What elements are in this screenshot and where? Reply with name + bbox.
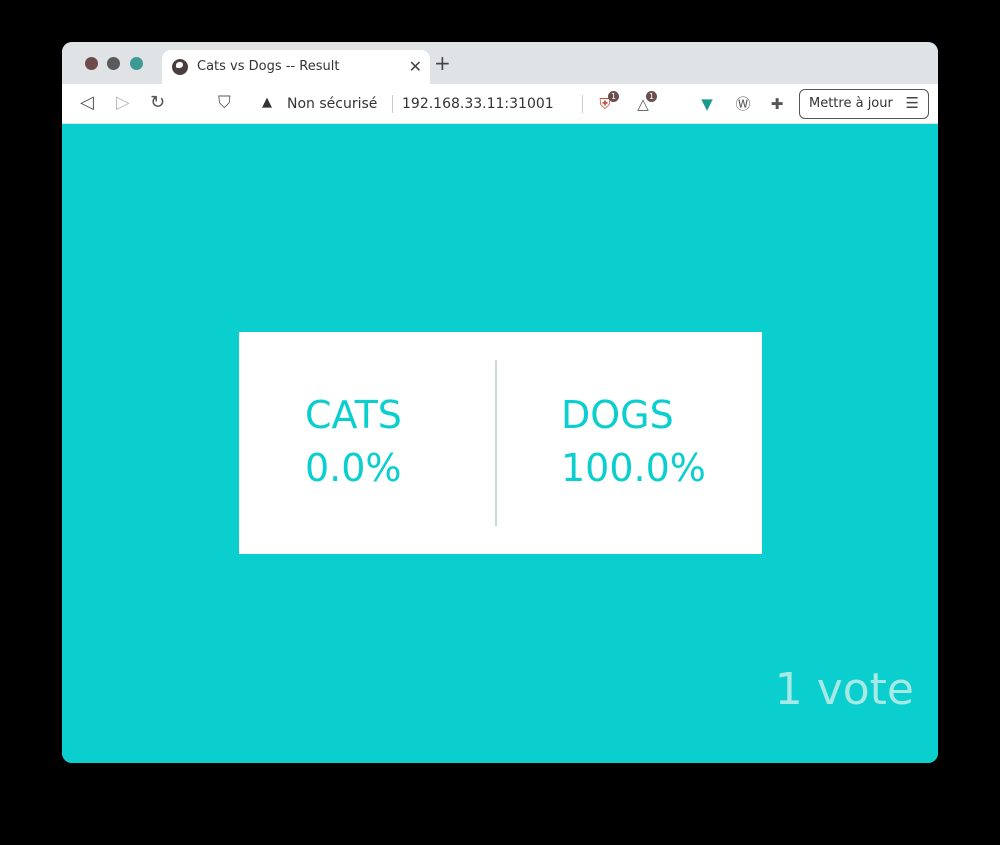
update-label: Mettre à jour [809, 96, 893, 111]
warning-icon: ▲ [262, 95, 272, 110]
address-bar[interactable]: ▲ Non sécurisé 192.168.33.11:31001 [252, 90, 583, 118]
rewards-badge: 1 [646, 91, 657, 102]
security-label[interactable]: Non sécurisé [287, 96, 377, 112]
choice-dogs: DOGS 100.0% [561, 390, 706, 496]
result-card: CATS 0.0% DOGS 100.0% [239, 332, 762, 554]
tab-title: Cats vs Dogs -- Result [197, 59, 340, 74]
tab-bar: Cats vs Dogs -- Result ✕ + [62, 42, 938, 84]
choice-dogs-label: DOGS [561, 393, 674, 437]
shield-badge: 1 [608, 91, 619, 102]
choice-cats-percent: 0.0% [305, 446, 402, 490]
back-icon[interactable]: ◁ [80, 93, 94, 113]
wordpress-icon[interactable]: Ⓦ [732, 93, 754, 115]
close-tab-icon[interactable]: ✕ [409, 57, 422, 76]
close-window-button[interactable] [85, 57, 98, 70]
rewards-icon[interactable]: △ 1 [632, 91, 657, 115]
extensions-puzzle-icon[interactable]: ✚ [766, 93, 788, 115]
update-button[interactable]: Mettre à jour ☰ [799, 89, 929, 119]
tab-result[interactable]: Cats vs Dogs -- Result ✕ [162, 50, 430, 84]
globe-icon [172, 59, 188, 75]
minimize-window-button[interactable] [107, 57, 120, 70]
browser-window: Cats vs Dogs -- Result ✕ + ◁ ▷ ↻ ⛉ ▲ Non… [62, 42, 938, 763]
new-tab-button[interactable]: + [434, 53, 451, 73]
brave-shield-icon[interactable]: ⛨ 1 [594, 91, 619, 115]
address-divider-end [582, 95, 583, 113]
reload-icon[interactable]: ↻ [150, 93, 165, 113]
url-text[interactable]: 192.168.33.11:31001 [402, 96, 554, 112]
page-content: CATS 0.0% DOGS 100.0% 1 vote [62, 124, 938, 763]
choice-cats-label: CATS [305, 393, 402, 437]
extension-filter-icon[interactable]: ▼ [696, 93, 718, 115]
bookmark-icon[interactable]: ⛉ [218, 93, 231, 113]
menu-icon: ☰ [905, 94, 919, 112]
choice-dogs-percent: 100.0% [561, 446, 706, 490]
choice-cats: CATS 0.0% [305, 390, 402, 496]
card-divider [495, 360, 497, 526]
maximize-window-button[interactable] [130, 57, 143, 70]
browser-toolbar: ◁ ▷ ↻ ⛉ ▲ Non sécurisé 192.168.33.11:310… [62, 84, 938, 124]
vote-count: 1 vote [774, 664, 914, 715]
forward-icon[interactable]: ▷ [116, 93, 130, 113]
address-divider [392, 95, 393, 113]
